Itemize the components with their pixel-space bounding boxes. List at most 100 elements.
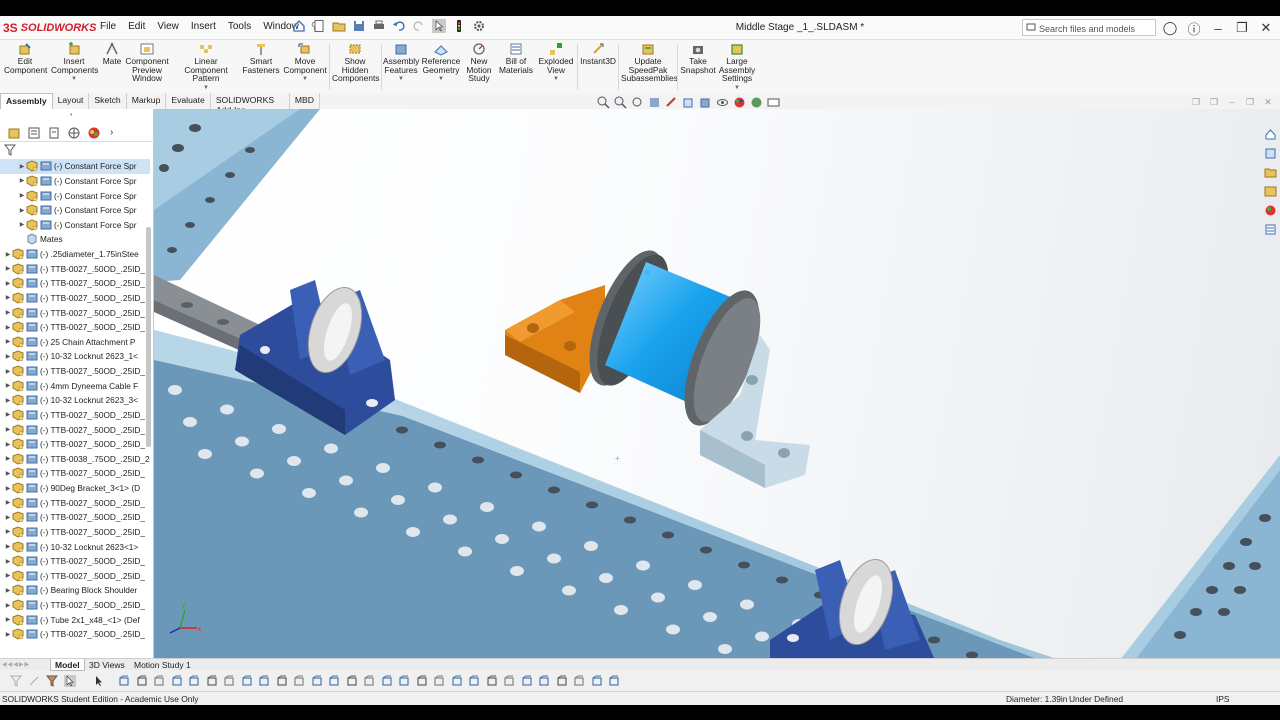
solidworks-resources-icon[interactable] [1264, 128, 1277, 141]
display-manager-tab-icon[interactable] [86, 126, 102, 140]
tab-layout[interactable]: Layout [53, 93, 90, 109]
tree-item[interactable]: ▶ (-) TTB-0027_.50OD_.25ID_ [0, 291, 150, 306]
filter-planes-icon[interactable] [153, 675, 165, 687]
assembly-features-dropdown[interactable]: ▼ [383, 75, 419, 84]
tab-sketch[interactable]: Sketch [89, 93, 127, 109]
graphics-viewport[interactable]: x y + [154, 109, 1280, 660]
tree-item[interactable]: ▶ (-) 10-32 Locknut 2623_3< [0, 393, 150, 408]
tree-item[interactable]: ▶ (-) TTB-0027_.50OD_.25ID_ [0, 598, 150, 613]
expand-arrow-icon[interactable]: ▶ [4, 572, 12, 579]
component-preview-button[interactable]: Component Preview Window [125, 42, 169, 83]
tree-item[interactable]: ▶ (-) TTB-0027_.50OD_.25ID_ [0, 466, 150, 481]
filter-bodies-icon[interactable] [188, 675, 200, 687]
filter-sketch-icon[interactable] [206, 675, 218, 687]
tree-item-mates[interactable]: Mates [0, 232, 150, 247]
tab-model[interactable]: Model [50, 659, 85, 671]
redo-icon[interactable] [412, 19, 426, 33]
expand-arrow-icon[interactable]: ▶ [4, 338, 12, 345]
custom-properties-icon[interactable] [1264, 223, 1277, 236]
tab-evaluate[interactable]: Evaluate [166, 93, 211, 109]
linear-pattern-button[interactable]: Linear Component Pattern ▼ [172, 42, 240, 92]
filter-loop-icon[interactable] [521, 675, 533, 687]
assembly-features-button[interactable]: Assembly Features ▼ [383, 42, 419, 84]
insert-components-dropdown[interactable]: ▼ [51, 75, 97, 84]
user-account-icon[interactable]: ◯ [1162, 20, 1178, 36]
menu-insert[interactable]: Insert [185, 21, 222, 32]
constant-force-spring-assembly[interactable] [505, 241, 810, 488]
print-icon[interactable] [372, 19, 386, 33]
tree-item[interactable]: ▶ (-) TTB-0027_.50OD_.25ID_ [0, 364, 150, 379]
filter-symbol-icon[interactable] [468, 675, 480, 687]
filter-balloon-icon[interactable] [328, 675, 340, 687]
property-manager-tab-icon[interactable] [26, 126, 42, 140]
appearances-icon[interactable] [1264, 204, 1277, 217]
hide-show-items-icon[interactable] [716, 96, 729, 109]
zoom-to-area-icon[interactable] [614, 96, 627, 109]
filter-axes-icon[interactable] [136, 675, 148, 687]
expand-arrow-icon[interactable]: ▶ [4, 294, 12, 301]
viewport-minimize-icon[interactable]: – [1226, 97, 1238, 108]
exploded-view-dropdown[interactable]: ▼ [537, 75, 575, 84]
panel-expand-icon[interactable]: › [110, 127, 113, 138]
large-assembly-button[interactable]: Large Assembly Settings ▼ [718, 42, 756, 92]
dimxpert-tab-icon[interactable] [66, 126, 82, 140]
undo-icon[interactable] [392, 19, 406, 33]
tree-item[interactable]: ▶ (-) TTB-0027_.50OD_.25ID_ [0, 554, 150, 569]
status-units[interactable]: IPS [1216, 694, 1230, 704]
expand-arrow-icon[interactable]: ▶ [18, 221, 26, 228]
filter-clear-icon[interactable] [573, 675, 585, 687]
search-files-input[interactable] [1022, 19, 1156, 36]
tab-assembly[interactable]: Assembly [0, 93, 53, 109]
move-component-dropdown[interactable]: ▼ [283, 75, 327, 84]
viewport-restore-icon[interactable]: ❐ [1244, 97, 1256, 108]
tab-3d-views[interactable]: 3D Views [85, 659, 129, 671]
expand-arrow-icon[interactable]: ▶ [4, 455, 12, 462]
filter-surface-icon[interactable] [258, 675, 270, 687]
filter-icon[interactable] [3, 144, 17, 156]
expand-arrow-icon[interactable]: ▶ [4, 485, 12, 492]
minimize-button[interactable]: – [1210, 20, 1226, 36]
menu-tools[interactable]: Tools [222, 21, 257, 32]
filter-points-icon[interactable] [171, 675, 183, 687]
expand-arrow-icon[interactable]: ▶ [4, 616, 12, 623]
tab-scroll-arrows[interactable]: ◀◀◀▶▶ [2, 661, 30, 668]
filter-cosmetic-icon[interactable] [363, 675, 375, 687]
tree-item[interactable]: ▶ (-) Constant Force Spr [0, 159, 150, 174]
take-snapshot-button[interactable]: Take Snapshot [680, 42, 716, 74]
tree-item[interactable]: ▶ (-) Constant Force Spr [0, 188, 150, 203]
tree-item[interactable]: ▶ (-) TTB-0027_.50OD_.25ID_ [0, 525, 150, 540]
tree-item[interactable]: ▶ (-) TTB-0027_.50OD_.25ID_ [0, 305, 150, 320]
view-palette-icon[interactable] [1264, 185, 1277, 198]
expand-arrow-icon[interactable]: ▶ [18, 177, 26, 184]
smart-fasteners-button[interactable]: Smart Fasteners [242, 42, 280, 74]
help-icon[interactable]: ⓘ [1186, 20, 1202, 37]
filter-weld-icon[interactable] [276, 675, 288, 687]
select-icon[interactable] [64, 675, 76, 687]
expand-arrow-icon[interactable]: ▶ [4, 587, 12, 594]
section-view-icon[interactable] [648, 96, 661, 109]
filter-midpoint-icon[interactable] [556, 675, 568, 687]
instant3d-button[interactable]: Instant3D [580, 42, 616, 66]
tab-motion-study[interactable]: Motion Study 1 [130, 659, 195, 671]
new-motion-study-button[interactable]: New Motion Study [463, 42, 495, 83]
tab-mbd[interactable]: MBD [290, 93, 320, 109]
expand-arrow-icon[interactable]: ▶ [18, 192, 26, 199]
filter-component-icon[interactable] [503, 675, 515, 687]
display-style-icon[interactable] [699, 96, 712, 109]
expand-arrow-icon[interactable]: ▶ [4, 543, 12, 550]
tree-item[interactable]: ▶ (-) TTB-0027_.50OD_.25ID_ [0, 437, 150, 452]
expand-arrow-icon[interactable]: ▶ [18, 163, 26, 170]
tree-item[interactable]: ▶ (-) TTB-0027_.50OD_.25ID_ [0, 276, 150, 291]
filter-origin-icon[interactable] [433, 675, 445, 687]
close-button[interactable]: ✕ [1258, 20, 1274, 36]
filter-dimensions-icon[interactable] [223, 675, 235, 687]
filter-routing-icon[interactable] [398, 675, 410, 687]
filter-tolerance-icon[interactable] [311, 675, 323, 687]
view-settings-icon[interactable] [767, 96, 780, 109]
tab-markup[interactable]: Markup [127, 93, 167, 109]
tree-item[interactable]: ▶ (-) TTB-0027_.50OD_.25ID_ [0, 408, 150, 423]
tree-item[interactable]: ▶ (-) Constant Force Spr [0, 218, 150, 233]
tree-item[interactable]: ▶ (-) Bearing Block Shoulder [0, 583, 150, 598]
filter-datum-icon[interactable] [293, 675, 305, 687]
design-library-icon[interactable] [1264, 147, 1277, 160]
